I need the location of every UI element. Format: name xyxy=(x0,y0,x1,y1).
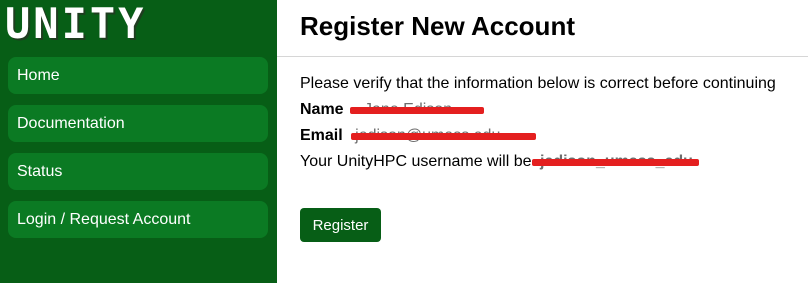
redaction-mark xyxy=(351,133,537,140)
username-row: Your UnityHPC username will be jedison_u… xyxy=(300,150,776,176)
email-row: Email jedison@umass.edu xyxy=(300,124,776,150)
sidebar-item-status[interactable]: Status xyxy=(8,153,268,190)
title-divider xyxy=(277,56,808,57)
main-content: Register New Account Please verify that … xyxy=(277,0,808,283)
name-row: Name Jane Edison xyxy=(300,98,776,124)
redaction-mark xyxy=(531,159,699,166)
sidebar: UNITY Home Documentation Status Login / … xyxy=(0,0,277,283)
redaction-mark xyxy=(350,107,485,114)
unity-logo[interactable]: UNITY xyxy=(5,2,146,46)
intro-text: Please verify that the information below… xyxy=(300,75,776,92)
name-value-redacted: Jane Edison xyxy=(350,98,485,122)
sidebar-item-documentation[interactable]: Documentation xyxy=(8,105,268,142)
name-label: Name xyxy=(300,101,344,118)
username-prefix: Your UnityHPC username will be xyxy=(300,153,532,170)
email-value-redacted: jedison@umass.edu xyxy=(351,124,537,148)
sidebar-item-login-request-account[interactable]: Login / Request Account xyxy=(8,201,268,238)
page-title: Register New Account xyxy=(300,11,575,41)
sidebar-item-home[interactable]: Home xyxy=(8,57,268,94)
sidebar-nav: Home Documentation Status Login / Reques… xyxy=(8,57,268,249)
account-info: Please verify that the information below… xyxy=(300,72,776,176)
register-button[interactable]: Register xyxy=(300,208,381,242)
email-label: Email xyxy=(300,127,343,144)
username-value-redacted: jedison_umass_edu xyxy=(531,150,699,174)
